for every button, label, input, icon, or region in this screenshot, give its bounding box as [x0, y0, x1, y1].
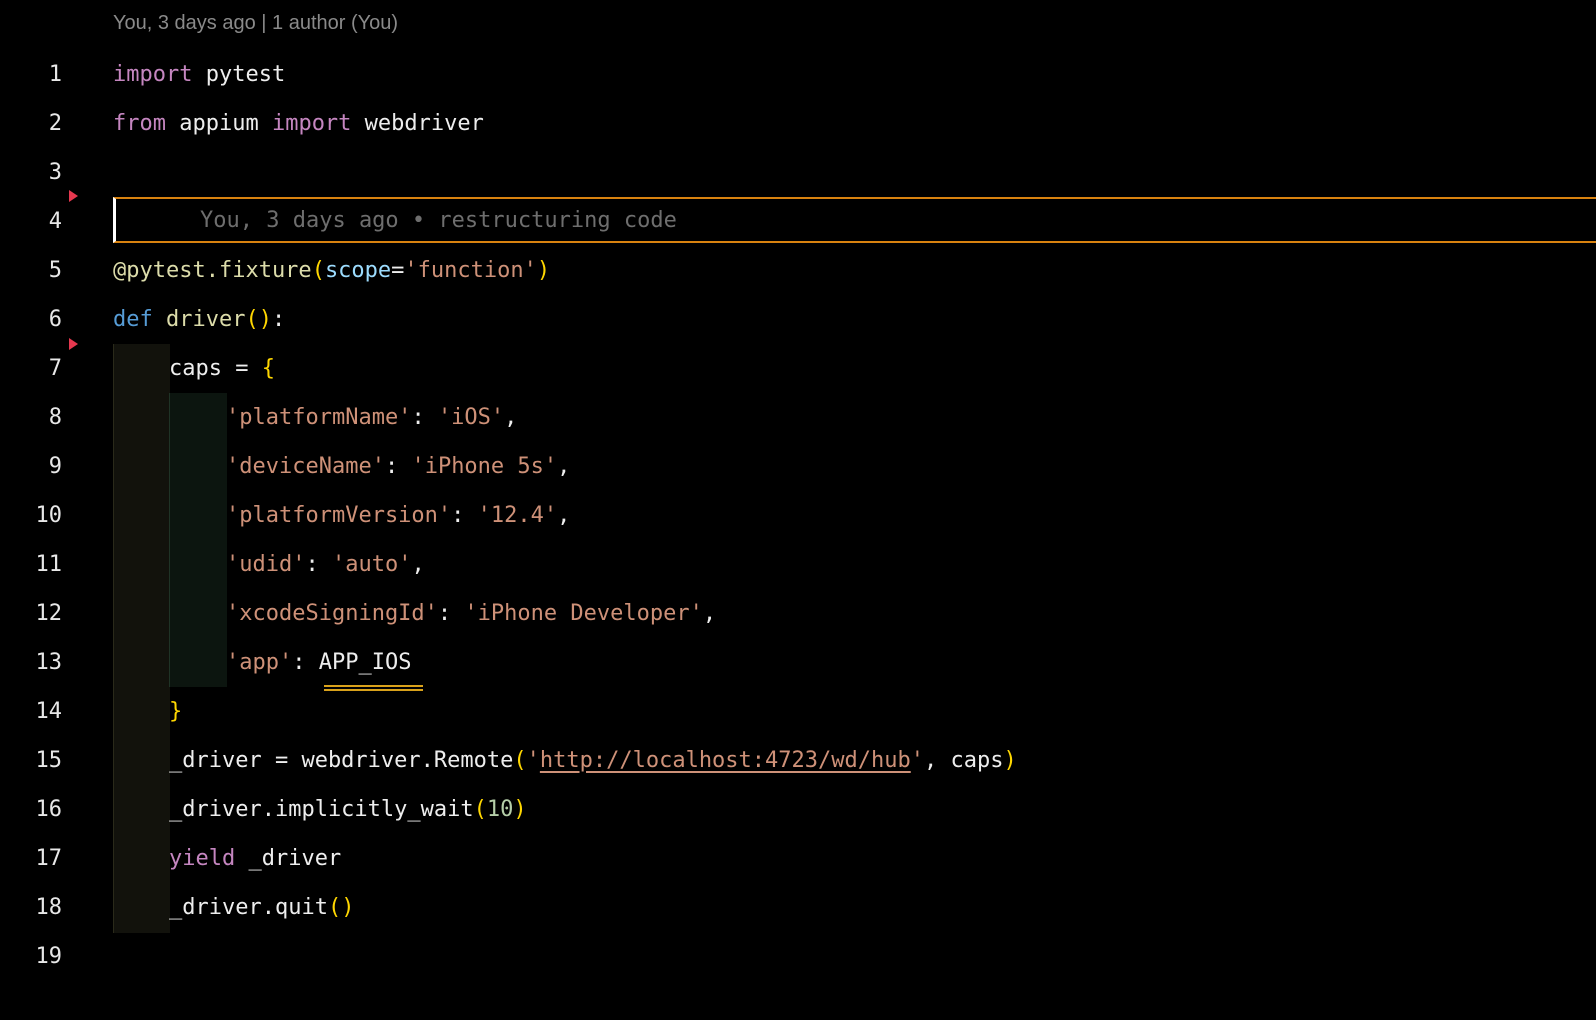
code-line[interactable]: 3: [0, 148, 1596, 197]
url-link[interactable]: http://localhost:4723/wd/hub: [540, 748, 911, 773]
line-number: 10: [0, 504, 62, 528]
line-number: 8: [0, 406, 62, 430]
code-line[interactable]: 9 'deviceName': 'iPhone 5s',: [0, 442, 1596, 491]
code-line[interactable]: 2 from appium import webdriver: [0, 99, 1596, 148]
code-line[interactable]: 7 caps = {: [0, 344, 1596, 393]
code-line[interactable]: 8 'platformName': 'iOS',: [0, 393, 1596, 442]
code-text[interactable]: _driver.implicitly_wait(10): [169, 798, 527, 822]
code-text[interactable]: 'platformName': 'iOS',: [226, 406, 517, 430]
blame-annotation: You, 3 days ago • restructuring code: [200, 208, 677, 233]
line-number: 13: [0, 651, 62, 675]
code-line[interactable]: 11 'udid': 'auto',: [0, 540, 1596, 589]
undefined-variable[interactable]: APP_IOS: [319, 650, 412, 675]
code-text[interactable]: caps = {: [169, 357, 275, 381]
line-number: 15: [0, 749, 62, 773]
line-number: 12: [0, 602, 62, 626]
code-line[interactable]: 12 'xcodeSigningId': 'iPhone Developer',: [0, 589, 1596, 638]
line-number: 19: [0, 945, 62, 969]
code-text[interactable]: from appium import webdriver: [113, 112, 484, 136]
code-text[interactable]: 'udid': 'auto',: [226, 553, 425, 577]
codelens-author[interactable]: You, 3 days ago | 1 author (You): [113, 12, 398, 35]
code-line[interactable]: 17 yield _driver: [0, 834, 1596, 883]
code-text[interactable]: 'app': APP_IOS: [226, 651, 411, 675]
line-number: 17: [0, 847, 62, 871]
code-line[interactable]: 16 _driver.implicitly_wait(10): [0, 785, 1596, 834]
code-text[interactable]: yield _driver: [169, 847, 341, 871]
code-text[interactable]: import pytest: [113, 63, 285, 87]
line-number: 4: [0, 210, 62, 234]
line-number: 18: [0, 896, 62, 920]
line-number: 9: [0, 455, 62, 479]
code-text[interactable]: _driver = webdriver.Remote('http://local…: [169, 749, 1017, 773]
current-line-blame[interactable]: You, 3 days ago • restructuring code: [113, 197, 1596, 243]
code-line[interactable]: 18 _driver.quit(): [0, 883, 1596, 932]
code-line[interactable]: 15 _driver = webdriver.Remote('http://lo…: [0, 736, 1596, 785]
code-line[interactable]: 6 def driver():: [0, 295, 1596, 344]
line-number: 6: [0, 308, 62, 332]
code-text[interactable]: 'xcodeSigningId': 'iPhone Developer',: [226, 602, 716, 626]
code-line[interactable]: 10 'platformVersion': '12.4',: [0, 491, 1596, 540]
code-text[interactable]: @pytest.fixture(scope='function'): [113, 259, 550, 283]
code-line[interactable]: 19: [0, 932, 1596, 981]
code-text[interactable]: def driver():: [113, 308, 285, 332]
line-number: 2: [0, 112, 62, 136]
line-number: 3: [0, 161, 62, 185]
line-number: 5: [0, 259, 62, 283]
code-line[interactable]: 1 import pytest: [0, 50, 1596, 99]
line-number: 7: [0, 357, 62, 381]
line-number: 1: [0, 63, 62, 87]
code-text[interactable]: }: [169, 700, 182, 724]
line-number: 11: [0, 553, 62, 577]
line-number: 16: [0, 798, 62, 822]
code-text[interactable]: _driver.quit(): [169, 896, 354, 920]
code-text[interactable]: 'deviceName': 'iPhone 5s',: [226, 455, 570, 479]
code-line[interactable]: 5 @pytest.fixture(scope='function'): [0, 246, 1596, 295]
code-line[interactable]: 13 'app': APP_IOS: [0, 638, 1596, 687]
code-text[interactable]: 'platformVersion': '12.4',: [226, 504, 570, 528]
line-number: 14: [0, 700, 62, 724]
code-line[interactable]: 14 }: [0, 687, 1596, 736]
